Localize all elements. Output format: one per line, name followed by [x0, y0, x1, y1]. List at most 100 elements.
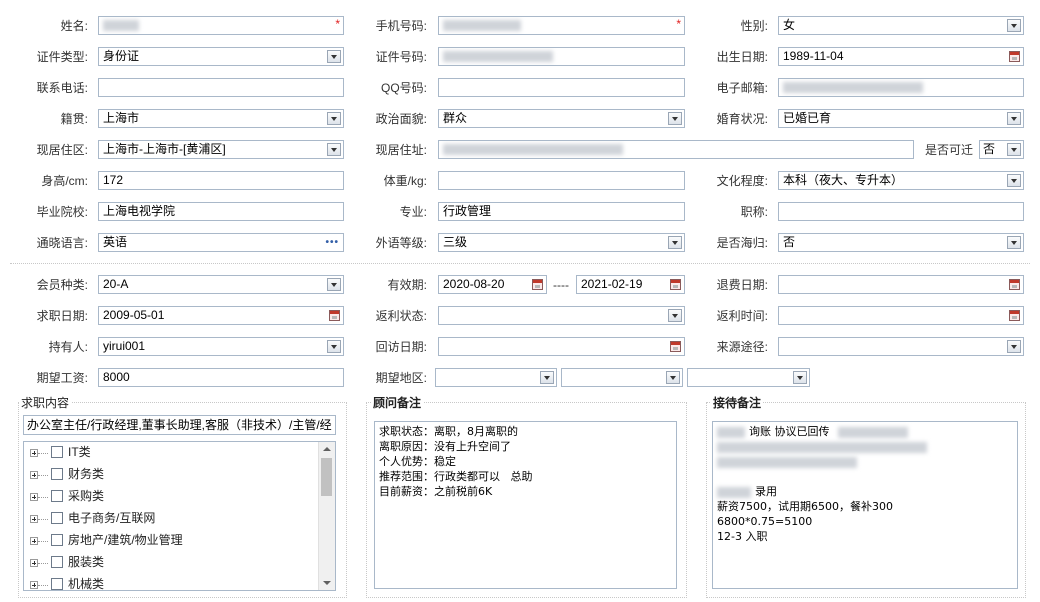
id-type-select[interactable]: 身份证: [98, 47, 344, 66]
holder-select[interactable]: yirui001: [98, 337, 344, 356]
salary-field[interactable]: 8000: [98, 368, 344, 387]
origin-label: 籍贯:: [60, 112, 88, 126]
qq-field[interactable]: [438, 78, 685, 97]
checkbox[interactable]: [51, 468, 63, 480]
expand-icon[interactable]: [30, 471, 38, 479]
more-options-icon[interactable]: •••: [325, 237, 339, 249]
visit-date-label: 回访日期:: [375, 340, 427, 354]
dropdown-arrow-icon[interactable]: [1007, 112, 1021, 125]
note-line: 推荐范围：行政类都可以 总助: [379, 470, 533, 483]
validity-from-field[interactable]: 2020-08-20: [438, 275, 547, 294]
language-field[interactable]: 英语 •••: [98, 233, 344, 252]
calendar-icon[interactable]: [1009, 51, 1020, 62]
birth-date-field[interactable]: 1989-11-04: [778, 47, 1024, 66]
mobile-field[interactable]: *: [438, 16, 685, 35]
job-selected-field[interactable]: 办公室主任/行政经理,董事长助理,客服（非技术）/主管/经: [23, 415, 336, 435]
name-field[interactable]: *: [98, 16, 344, 35]
expand-icon[interactable]: [30, 537, 38, 545]
reception-notes-textarea[interactable]: 询账 协议已回传 录用 薪资7500，试用期6500，餐补300 6800*0.…: [712, 421, 1018, 589]
expand-icon[interactable]: [30, 493, 38, 501]
tree-item[interactable]: IT类: [24, 443, 319, 465]
dropdown-arrow-icon[interactable]: [668, 309, 682, 322]
overseas-select[interactable]: 否: [778, 233, 1024, 252]
rebate-status-select[interactable]: [438, 306, 685, 325]
expand-icon[interactable]: [30, 559, 38, 567]
title-field[interactable]: [778, 202, 1024, 221]
tree-item[interactable]: 房地产/建筑/物业管理: [24, 531, 319, 553]
region-province-select[interactable]: [435, 368, 557, 387]
note-line: 薪资7500，试用期6500，餐补300: [717, 500, 893, 513]
region-district-select[interactable]: [687, 368, 810, 387]
note-line: [717, 439, 1013, 454]
checkbox[interactable]: [51, 578, 63, 590]
dropdown-arrow-icon[interactable]: [327, 278, 341, 291]
checkbox[interactable]: [51, 534, 63, 546]
source-select[interactable]: [778, 337, 1024, 356]
scroll-thumb[interactable]: [321, 458, 332, 496]
job-category-tree[interactable]: IT类 财务类 采购类 电子商务/互联网 房地产/建筑/物业管理 服装类 机械类: [23, 441, 336, 591]
dropdown-arrow-icon[interactable]: [666, 371, 680, 384]
id-number-field[interactable]: [438, 47, 685, 66]
dropdown-arrow-icon[interactable]: [327, 340, 341, 353]
calendar-icon[interactable]: [1009, 279, 1020, 290]
dropdown-arrow-icon[interactable]: [1007, 236, 1021, 249]
tree-item-label: 财务类: [68, 467, 105, 481]
dropdown-arrow-icon[interactable]: [668, 112, 682, 125]
dropdown-arrow-icon[interactable]: [327, 112, 341, 125]
checkbox[interactable]: [51, 556, 63, 568]
dropdown-arrow-icon[interactable]: [1007, 174, 1021, 187]
member-type-select[interactable]: 20-A: [98, 275, 344, 294]
dropdown-arrow-icon[interactable]: [1007, 19, 1021, 32]
job-date-field[interactable]: 2009-05-01: [98, 306, 344, 325]
calendar-icon[interactable]: [532, 279, 543, 290]
email-field[interactable]: [778, 78, 1024, 97]
expand-icon[interactable]: [30, 581, 38, 589]
rebate-time-field[interactable]: [778, 306, 1024, 325]
validity-separator: ----: [553, 278, 569, 292]
scrollbar[interactable]: [318, 442, 335, 590]
education-select[interactable]: 本科（夜大、专升本）: [778, 171, 1024, 190]
dropdown-arrow-icon[interactable]: [668, 236, 682, 249]
tree-item[interactable]: 财务类: [24, 465, 319, 487]
origin-select[interactable]: 上海市: [98, 109, 344, 128]
dropdown-arrow-icon[interactable]: [327, 143, 341, 156]
tree-item[interactable]: 采购类: [24, 487, 319, 509]
tree-item[interactable]: 机械类: [24, 575, 319, 590]
rebate-status-label: 返利状态:: [375, 309, 427, 323]
phone-field[interactable]: [98, 78, 344, 97]
advisor-notes-textarea[interactable]: 求职状态：离职，8月离职的 离职原因：没有上升空间了 个人优势：稳定 推荐范围：…: [374, 421, 677, 589]
calendar-icon[interactable]: [329, 310, 340, 321]
expand-icon[interactable]: [30, 515, 38, 523]
marital-select[interactable]: 已婚已育: [778, 109, 1024, 128]
validity-to-field[interactable]: 2021-02-19: [576, 275, 685, 294]
relocate-select[interactable]: 否: [979, 140, 1024, 159]
address-field[interactable]: [438, 140, 914, 159]
politics-select[interactable]: 群众: [438, 109, 685, 128]
school-field[interactable]: 上海电视学院: [98, 202, 344, 221]
calendar-icon[interactable]: [670, 279, 681, 290]
calendar-icon[interactable]: [670, 341, 681, 352]
dropdown-arrow-icon[interactable]: [1007, 340, 1021, 353]
language-level-select[interactable]: 三级: [438, 233, 685, 252]
major-field[interactable]: 行政管理: [438, 202, 685, 221]
scroll-up-icon[interactable]: [323, 447, 331, 451]
checkbox[interactable]: [51, 512, 63, 524]
checkbox[interactable]: [51, 446, 63, 458]
dropdown-arrow-icon[interactable]: [1007, 143, 1021, 156]
checkbox[interactable]: [51, 490, 63, 502]
height-field[interactable]: 172: [98, 171, 344, 190]
tree-item[interactable]: 服装类: [24, 553, 319, 575]
region-city-select[interactable]: [561, 368, 683, 387]
gender-select[interactable]: 女: [778, 16, 1024, 35]
tree-item[interactable]: 电子商务/互联网: [24, 509, 319, 531]
visit-date-field[interactable]: [438, 337, 685, 356]
dropdown-arrow-icon[interactable]: [540, 371, 554, 384]
refund-date-field[interactable]: [778, 275, 1024, 294]
weight-field[interactable]: [438, 171, 685, 190]
scroll-down-icon[interactable]: [323, 581, 331, 585]
calendar-icon[interactable]: [1009, 310, 1020, 321]
dropdown-arrow-icon[interactable]: [327, 50, 341, 63]
residence-select[interactable]: 上海市-上海市-[黄浦区]: [98, 140, 344, 159]
expand-icon[interactable]: [30, 449, 38, 457]
dropdown-arrow-icon[interactable]: [793, 371, 807, 384]
